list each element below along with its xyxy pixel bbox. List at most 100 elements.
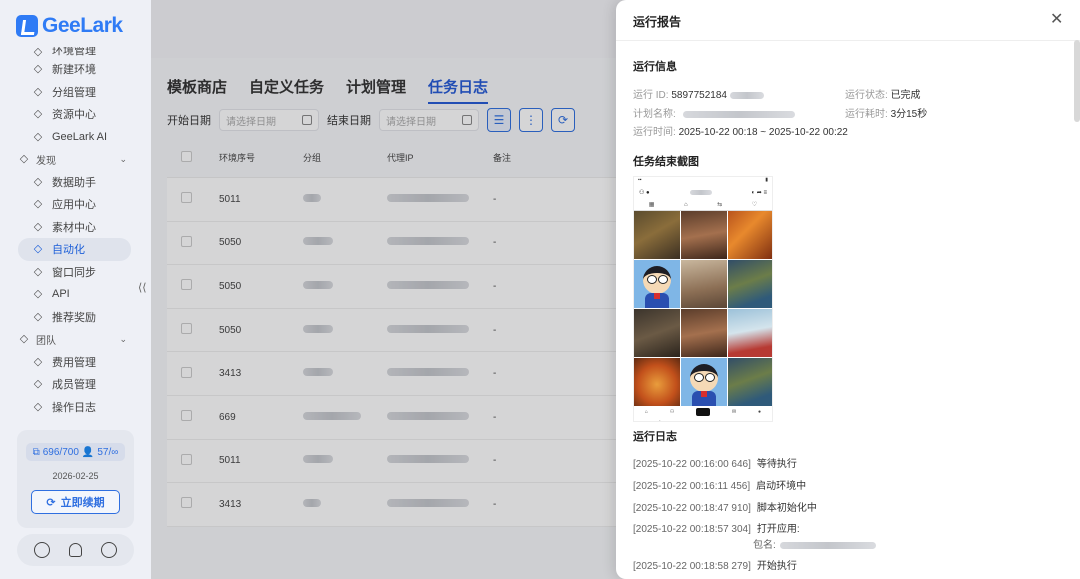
- devices-icon: ⧉: [32, 446, 40, 458]
- signal-icon: ▪▪: [638, 177, 642, 183]
- log-icon: ◇: [33, 400, 43, 413]
- sidebar-item-label: 窗口同步: [52, 266, 96, 279]
- sidebar-item-15[interactable]: ◇ 成员管理: [0, 373, 151, 396]
- battery-icon: ▮: [765, 177, 768, 183]
- renew-label: 立即续期: [60, 497, 105, 509]
- renew-button[interactable]: ⟳ 立即续期: [31, 490, 120, 514]
- sidebar-section-5[interactable]: ◇ 发现 ⌄: [0, 148, 151, 171]
- logo-icon: [16, 15, 38, 37]
- like-icon: ♡: [751, 202, 758, 208]
- dollar-icon: ◇: [33, 310, 43, 323]
- sidebar-item-10[interactable]: ◇ 窗口同步: [0, 261, 151, 284]
- user-icon: ◇: [33, 378, 43, 391]
- video-thumbnail: [634, 211, 680, 259]
- sidebar-item-12[interactable]: ◇ 推荐奖励: [0, 306, 151, 329]
- sync-icon: ◇: [33, 265, 43, 278]
- cartoon-tie: [654, 293, 660, 299]
- friends-icon: ⚇: [669, 409, 675, 415]
- task-end-screenshot[interactable]: ▪▪ ▮ ⚇ ● ◐ ➦ ≡ ▦ ⌂ ⇆ ♡ ⌂ ⚇ ✉ ● ◀ ● ■: [633, 176, 773, 422]
- chevron-down-icon: ⌄: [119, 153, 127, 164]
- phone-profile-header: ⚇ ● ◐ ➦ ≡: [634, 185, 772, 199]
- brand-logo[interactable]: GeeLark: [16, 14, 123, 38]
- sidebar-item-11[interactable]: ◇ API: [0, 283, 151, 306]
- repost-icon: ⇆: [717, 202, 723, 208]
- sidebar-item-label: 环境管理: [52, 47, 96, 57]
- glasses-left: [647, 275, 657, 284]
- sidebar-item-8[interactable]: ◇ 素材中心: [0, 216, 151, 239]
- bill-icon: ◇: [33, 355, 43, 368]
- sidebar-item-label: 数据助手: [52, 176, 96, 189]
- package-name-line: 包名:: [753, 536, 876, 551]
- video-thumbnail: [634, 358, 680, 406]
- redacted-text: [729, 91, 764, 99]
- plan-name-field: 计划名称:: [633, 105, 795, 120]
- bell-icon[interactable]: [68, 543, 82, 557]
- devices-count: 696/700: [42, 446, 79, 458]
- drawer-title: 运行报告: [633, 15, 682, 29]
- sidebar-item-label: 新建环境: [52, 64, 96, 77]
- sidebar-item-label: 成员管理: [52, 379, 96, 392]
- plan-card: ⧉ 696/700 👤 57/∞ 2026-02-25 ⟳ 立即续期: [17, 430, 134, 528]
- sidebar-item-16[interactable]: ◇ 操作日志: [0, 396, 151, 419]
- support-icon[interactable]: [34, 542, 51, 558]
- run-time-field: 运行时间: 2025-10-22 00:18 ~ 2025-10-22 00:2…: [633, 123, 848, 138]
- sidebar-item-7[interactable]: ◇ 应用中心: [0, 193, 151, 216]
- redacted-text: [779, 541, 876, 549]
- sidebar-item-2[interactable]: ◇ 分组管理: [0, 81, 151, 104]
- chevron-down-icon: ⌄: [119, 333, 127, 344]
- collapse-sidebar-icon[interactable]: ⟨⟨: [138, 281, 147, 294]
- video-thumbnail: [681, 358, 727, 406]
- sidebar-item-4[interactable]: ◇ GeeLark AI: [0, 126, 151, 149]
- image-icon: ◇: [33, 220, 43, 233]
- sidebar-item-6[interactable]: ◇ 数据助手: [0, 171, 151, 194]
- redacted-text: [689, 189, 712, 195]
- sidebar-item-label: GeeLark AI: [52, 130, 108, 143]
- log-time: [2025-10-22 00:18:57 304]: [633, 524, 751, 535]
- package-label: 包名:: [753, 540, 776, 551]
- api-icon: ◇: [33, 288, 43, 301]
- members-icon: 👤: [81, 446, 95, 458]
- sidebar-section-13[interactable]: ◇ 团队 ⌄: [0, 328, 151, 351]
- cartoon-tie: [701, 391, 707, 397]
- edit-icon: ◇: [33, 63, 43, 76]
- log-entry: [2025-10-22 00:18:57 304] 打开应用:: [633, 520, 800, 535]
- profile-icon: ●: [758, 409, 762, 415]
- log-message: 等待执行: [756, 459, 797, 470]
- sidebar: GeeLark ◇ 环境管理 ◇ 新建环境 ◇ 分组管理 ◇ 资源中心 ◇ GeeLark AI ◇…: [0, 0, 151, 579]
- close-icon[interactable]: ✕: [1050, 12, 1063, 28]
- menu-icon: ◐ ➦ ≡: [751, 189, 767, 196]
- members-count: 57/∞: [97, 446, 119, 458]
- log-message: 打开应用:: [756, 524, 800, 535]
- sidebar-item-0[interactable]: ◇ 环境管理: [0, 47, 151, 58]
- sidebar-item-9[interactable]: ◇ 自动化: [18, 238, 131, 261]
- video-grid: [634, 211, 772, 406]
- log-time: [2025-10-22 00:18:58 279]: [633, 561, 751, 572]
- sidebar-item-label: 应用中心: [52, 199, 96, 212]
- sidebar-item-label: 分组管理: [52, 86, 96, 99]
- log-message: 启动环境中: [756, 481, 807, 492]
- run-status-field: 运行状态: 已完成: [845, 86, 921, 101]
- sidebar-item-14[interactable]: ◇ 费用管理: [0, 351, 151, 374]
- team-icon: ◇: [19, 333, 29, 346]
- log-entry: [2025-10-22 00:18:58 279] 开始执行: [633, 557, 797, 572]
- glasses-left: [694, 373, 704, 382]
- scrollbar[interactable]: [1074, 40, 1080, 122]
- inbox-icon: ✉: [731, 409, 737, 415]
- chart-icon: ◇: [33, 175, 43, 188]
- phone-status-bar: ▪▪ ▮: [634, 177, 772, 185]
- run-duration-value: 3分15秒: [890, 109, 928, 120]
- sidebar-item-1[interactable]: ◇ 新建环境: [0, 58, 151, 81]
- sidebar-item-label: 发现: [36, 155, 56, 167]
- grid-icon: ▦: [648, 202, 655, 208]
- add-friend-icon: ⚇ ●: [639, 189, 650, 196]
- video-thumbnail: [728, 211, 772, 259]
- phone-tabs: ▦ ⌂ ⇆ ♡: [634, 199, 772, 211]
- run-id-value: 5897752184: [671, 90, 727, 101]
- apps-icon: ◇: [33, 198, 43, 211]
- sidebar-item-3[interactable]: ◇ 资源中心: [0, 103, 151, 126]
- monitor-icon: ◇: [33, 47, 43, 58]
- run-status-label: 运行状态:: [845, 90, 888, 101]
- create-icon: [696, 408, 711, 416]
- run-time-label: 运行时间:: [633, 127, 676, 138]
- profile-icon[interactable]: [100, 542, 117, 558]
